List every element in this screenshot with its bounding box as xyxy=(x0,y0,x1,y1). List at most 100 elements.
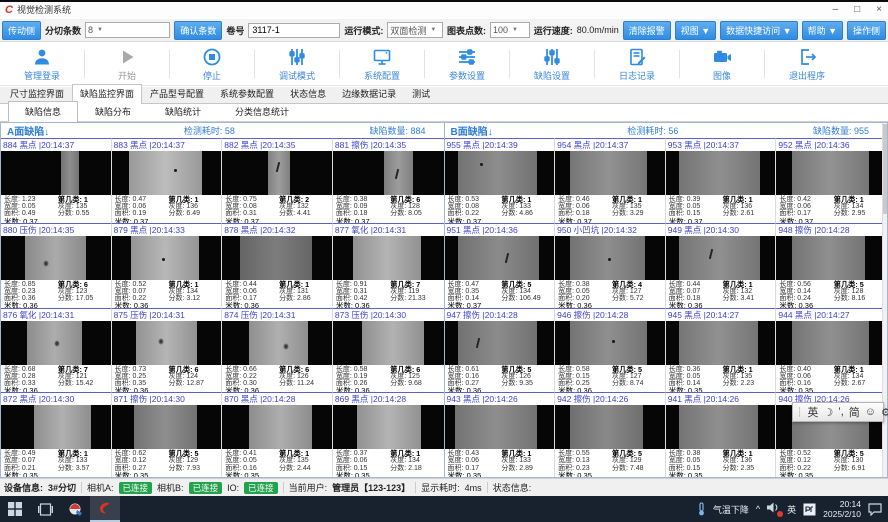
defect-cell[interactable]: 882 黑点 |20:14:35长度: 0.75宽度: 0.08面积: 0.31… xyxy=(222,138,333,223)
tool-button-参数设置[interactable]: 参数设置 xyxy=(425,43,509,85)
tray-overflow-chevron[interactable]: ^ xyxy=(756,504,760,514)
ime-simplified-toggle[interactable]: 简 xyxy=(849,404,860,420)
action-center-icon[interactable] xyxy=(868,503,882,516)
defect-measurements: 长度: 0.40宽度: 0.06面积: 0.16米数: 0.35 xyxy=(779,366,833,393)
scrollbar[interactable] xyxy=(882,123,887,477)
tool-button-调试模式[interactable]: 调试模式 xyxy=(255,43,339,85)
tool-button-系统配置[interactable]: 系统配置 xyxy=(340,43,424,85)
ime-lang-toggle[interactable]: 英 xyxy=(807,404,818,420)
task-view-button[interactable] xyxy=(30,496,60,522)
defect-thumbnail xyxy=(666,236,776,280)
close-icon[interactable]: × xyxy=(876,4,882,15)
volume-button[interactable] xyxy=(767,502,780,516)
defect-meter-position: 米数: 0.35 xyxy=(115,472,169,477)
defect-cell-header: 884 黑点 |20:14:37 xyxy=(1,139,111,151)
thumbnail-band xyxy=(25,236,86,280)
defect-gray-level: 灰度: 130 xyxy=(834,457,884,464)
roll-number-input[interactable] xyxy=(248,23,340,38)
defect-meter-position: 米数: 0.35 xyxy=(336,472,390,477)
panel-title[interactable]: B面缺陷↓ xyxy=(451,123,493,138)
maximize-icon[interactable]: □ xyxy=(854,4,860,15)
ime-mode-icon[interactable] xyxy=(803,503,816,516)
defect-cell[interactable]: 946 擦伤 |20:14:28长度: 0.58宽度: 0.15面积: 0.25… xyxy=(555,308,666,393)
weather-ticker[interactable]: 气温下降 xyxy=(713,503,749,516)
ime-toolbar[interactable]: ┆ 英☽’,简☺⚙ xyxy=(792,402,884,422)
sub-tab-缺陷分布[interactable]: 缺陷分布 xyxy=(78,101,148,121)
defect-classification: 第几类: 1灰度: 133分数: 4.86 xyxy=(501,196,551,223)
sub-tab-缺陷信息[interactable]: 缺陷信息 xyxy=(8,101,78,122)
tool-button-缺陷设置[interactable]: 缺陷设置 xyxy=(510,43,594,85)
defect-classification: 第几类: 1灰度: 135分数: 3.29 xyxy=(612,196,662,223)
windows-taskbar: 气温下降 ^ 英 20:14 2025/2/10 xyxy=(0,496,888,522)
tool-button-图像[interactable]: 图像 xyxy=(680,43,764,85)
start-button[interactable] xyxy=(0,496,30,522)
defect-cell[interactable]: 877 氧化 |20:14:31长度: 0.91宽度: 0.31面积: 0.42… xyxy=(333,223,444,308)
defect-cell[interactable]: 875 压伤 |20:14:31长度: 0.73宽度: 0.25面积: 0.35… xyxy=(112,308,223,393)
help-menu-button[interactable]: 帮助 ▼ xyxy=(802,21,843,40)
defect-cell[interactable]: 872 黑点 |20:14:30长度: 0.49宽度: 0.07面积: 0.21… xyxy=(1,392,112,477)
view-menu-button[interactable]: 视图 ▼ xyxy=(675,21,716,40)
scrollbar-thumb[interactable] xyxy=(883,124,887,214)
defect-cell[interactable]: 879 黑点 |20:14:33长度: 0.52宽度: 0.07面积: 0.22… xyxy=(112,223,223,308)
defect-cell[interactable]: 948 擦伤 |20:14:28长度: 0.56宽度: 0.14面积: 0.24… xyxy=(776,223,887,308)
sub-tab-分类信息统计[interactable]: 分类信息统计 xyxy=(218,101,306,121)
pinned-app-button[interactable] xyxy=(60,496,90,522)
defect-cell[interactable]: 883 黑点 |20:14:37长度: 0.47宽度: 0.06面积: 0.19… xyxy=(112,138,223,223)
defect-cell[interactable]: 943 黑点 |20:14:26长度: 0.43宽度: 0.06面积: 0.17… xyxy=(445,392,556,477)
defect-cell[interactable]: 871 擦伤 |20:14:30长度: 0.62宽度: 0.12面积: 0.27… xyxy=(112,392,223,477)
defect-cell[interactable]: 884 黑点 |20:14:37长度: 1.23宽度: 0.05面积: 0.49… xyxy=(1,138,112,223)
minimize-icon[interactable]: – xyxy=(833,4,839,15)
data-quick-access-button[interactable]: 数据快捷访问 ▼ xyxy=(720,21,797,40)
defect-cell[interactable]: 955 黑点 |20:14:39长度: 0.53宽度: 0.08面积: 0.22… xyxy=(445,138,556,223)
tool-button-停止[interactable]: 停止 xyxy=(170,43,254,85)
defect-cell[interactable]: 869 黑点 |20:14:28长度: 0.37宽度: 0.06面积: 0.15… xyxy=(333,392,444,477)
defect-cell[interactable]: 878 黑点 |20:14:32长度: 0.44宽度: 0.06面积: 0.17… xyxy=(222,223,333,308)
defect-cell-header: 880 压伤 |20:14:35 xyxy=(1,224,111,236)
drive-side-button[interactable]: 传动侧 xyxy=(2,21,41,40)
defect-cell[interactable]: 954 黑点 |20:14:37长度: 0.46宽度: 0.06面积: 0.18… xyxy=(555,138,666,223)
tool-button-开始[interactable]: 开始 xyxy=(85,43,169,85)
ime-fullhalf-icon[interactable]: ☽ xyxy=(823,406,833,419)
confirm-count-button[interactable]: 确认条数 xyxy=(174,21,222,40)
defect-cell[interactable]: 870 黑点 |20:14:28长度: 0.41宽度: 0.05面积: 0.16… xyxy=(222,392,333,477)
roll-number-label: 卷号 xyxy=(226,24,244,37)
main-tab-边缘数据记录[interactable]: 边缘数据记录 xyxy=(334,84,404,103)
defect-cell[interactable]: 945 黑点 |20:14:27长度: 0.36宽度: 0.05面积: 0.14… xyxy=(666,308,777,393)
tool-button-管理登录[interactable]: 管理登录 xyxy=(0,43,84,85)
clear-alarm-button[interactable]: 清除报警 xyxy=(623,21,671,40)
main-tab-测试[interactable]: 测试 xyxy=(404,84,438,103)
defect-cell[interactable]: 941 黑点 |20:14:26长度: 0.38宽度: 0.05面积: 0.15… xyxy=(666,392,777,477)
ime-emoji-icon[interactable]: ☺ xyxy=(865,406,876,418)
tool-button-退出程序[interactable]: 退出程序 xyxy=(765,43,849,85)
defect-cell[interactable]: 876 氧化 |20:14:31长度: 0.68宽度: 0.28面积: 0.33… xyxy=(1,308,112,393)
defect-cell[interactable]: 953 黑点 |20:14:37长度: 0.39宽度: 0.05面积: 0.15… xyxy=(666,138,777,223)
defect-thumbnail xyxy=(222,405,332,449)
active-app-button[interactable] xyxy=(90,496,120,522)
ime-settings-icon[interactable]: ⚙ xyxy=(881,406,888,419)
sub-tab-缺陷统计[interactable]: 缺陷统计 xyxy=(148,101,218,121)
slit-count-select[interactable]: 8▼ xyxy=(85,22,170,38)
operator-side-button[interactable]: 操作侧 xyxy=(847,21,886,40)
defect-cell[interactable]: 947 擦伤 |20:14:28长度: 0.61宽度: 0.16面积: 0.27… xyxy=(445,308,556,393)
drag-handle-icon[interactable]: ┆ xyxy=(797,407,802,418)
panel-title[interactable]: A面缺陷↓ xyxy=(7,123,49,138)
ime-punct-icon[interactable]: ’, xyxy=(838,406,844,418)
defect-cell[interactable]: 949 黑点 |20:14:30长度: 0.44宽度: 0.07面积: 0.18… xyxy=(666,223,777,308)
defect-cell[interactable]: 944 黑点 |20:14:27长度: 0.40宽度: 0.06面积: 0.16… xyxy=(776,308,887,393)
ime-language-indicator[interactable]: 英 xyxy=(787,503,796,516)
defect-info: 长度: 0.58宽度: 0.19面积: 0.26米数: 0.36第几类: 6灰度… xyxy=(333,365,444,393)
defect-cell[interactable]: 880 压伤 |20:14:35长度: 0.85宽度: 0.23面积: 0.36… xyxy=(1,223,112,308)
defect-cell[interactable]: 950 小凹坑 |20:14:32长度: 0.38宽度: 0.05面积: 0.2… xyxy=(555,223,666,308)
defect-cell[interactable]: 942 擦伤 |20:14:26长度: 0.55宽度: 0.13面积: 0.23… xyxy=(555,392,666,477)
taskbar-clock[interactable]: 20:14 2025/2/10 xyxy=(823,499,861,519)
defect-cell[interactable]: 952 黑点 |20:14:36长度: 0.42宽度: 0.06面积: 0.17… xyxy=(776,138,887,223)
tool-button-日志记录[interactable]: 日志记录 xyxy=(595,43,679,85)
run-mode-select[interactable]: 双面检测▼ xyxy=(387,22,443,38)
defect-cell[interactable]: 881 擦伤 |20:14:35长度: 0.38宽度: 0.09面积: 0.18… xyxy=(333,138,444,223)
slit-count-label: 分切条数 xyxy=(45,24,81,37)
defect-cell[interactable]: 951 黑点 |20:14:36长度: 0.47宽度: 0.35面积: 0.14… xyxy=(445,223,556,308)
defect-cell[interactable]: 874 压伤 |20:14:31长度: 0.66宽度: 0.22面积: 0.30… xyxy=(222,308,333,393)
defect-measurements: 长度: 0.42宽度: 0.06面积: 0.17米数: 0.37 xyxy=(779,196,833,223)
defect-cell[interactable]: 873 压伤 |20:14:30长度: 0.58宽度: 0.19面积: 0.26… xyxy=(333,308,444,393)
chart-points-select[interactable]: 100▼ xyxy=(490,22,530,38)
